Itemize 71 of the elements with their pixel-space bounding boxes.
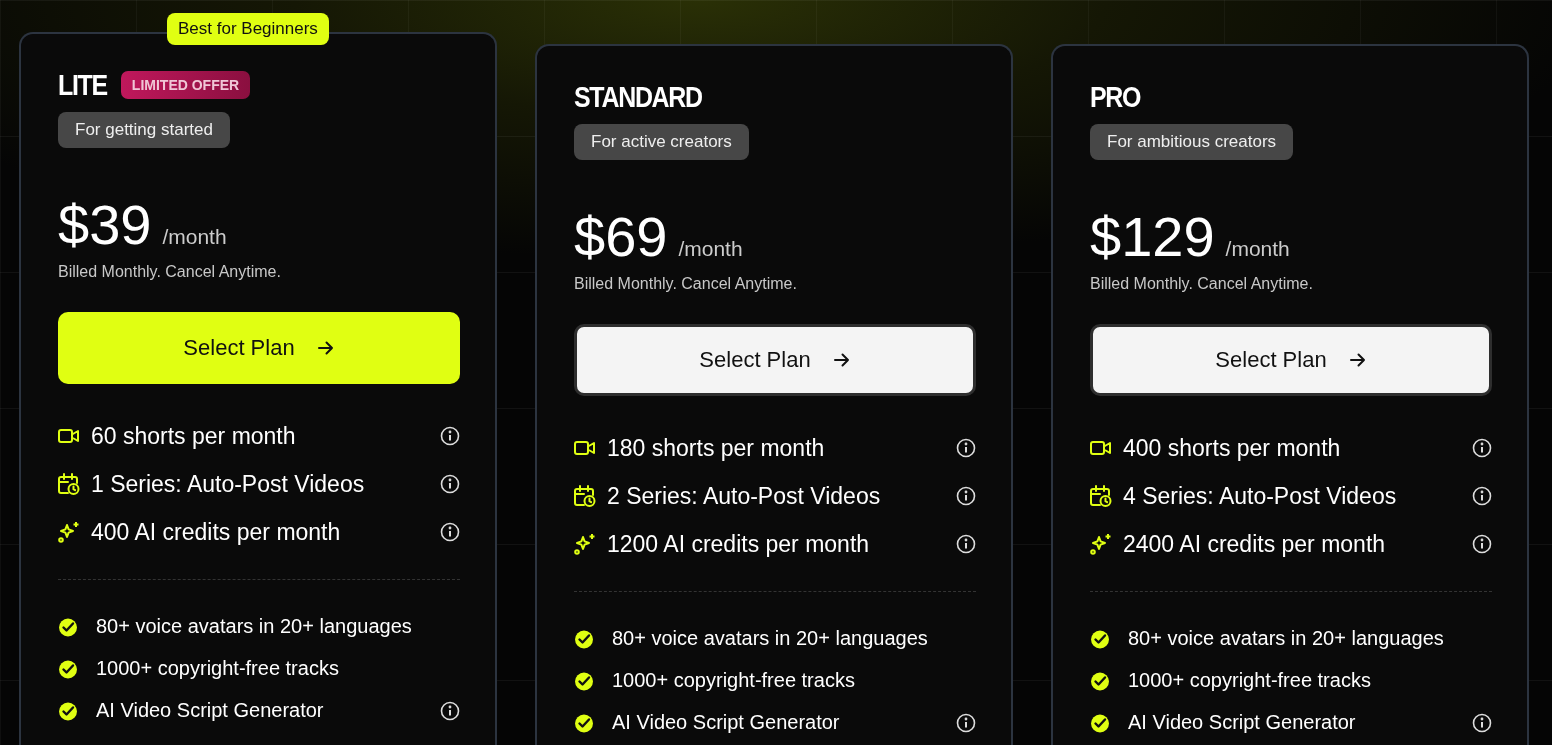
plan-ribbon: Best for Beginners	[167, 13, 329, 45]
check-circle-icon	[58, 700, 78, 721]
info-icon[interactable]	[1472, 712, 1492, 733]
price-period: /month	[162, 225, 227, 249]
select-plan-button[interactable]: Select Plan	[58, 312, 460, 384]
check-circle-icon	[574, 712, 594, 733]
perk-text: AI Video Script Generator	[1128, 711, 1357, 734]
perk-text: 80+ voice avatars in 20+ languages	[1128, 627, 1445, 650]
select-plan-button[interactable]: Select Plan	[1090, 324, 1492, 396]
perk-text: 80+ voice avatars in 20+ languages	[612, 627, 929, 650]
arrow-right-icon	[316, 340, 335, 356]
check-circle-icon	[58, 658, 78, 679]
feature-text: 400 AI credits per month	[91, 518, 342, 546]
check-circle-icon	[1090, 670, 1110, 691]
video-camera-icon	[58, 428, 80, 444]
info-icon[interactable]	[440, 474, 460, 494]
info-icon[interactable]	[1472, 486, 1492, 506]
sparkle-icon	[1090, 533, 1112, 555]
calendar-clock-icon	[58, 472, 80, 496]
billing-note: Billed Monthly. Cancel Anytime.	[1090, 275, 1314, 293]
video-camera-icon	[574, 440, 596, 456]
offer-badge: LIMITED OFFER	[120, 71, 251, 99]
info-icon[interactable]	[440, 522, 460, 542]
info-icon[interactable]	[956, 438, 976, 458]
check-circle-icon	[1090, 712, 1110, 733]
info-icon[interactable]	[440, 700, 460, 721]
feature-text: 1200 AI credits per month	[607, 530, 871, 558]
billing-note: Billed Monthly. Cancel Anytime.	[58, 263, 282, 281]
perk-text: 1000+ copyright-free tracks	[96, 657, 340, 680]
calendar-clock-icon	[574, 484, 596, 508]
info-icon[interactable]	[1472, 534, 1492, 554]
price: $129	[1090, 204, 1215, 269]
check-circle-icon	[1090, 628, 1110, 649]
price-period: /month	[1225, 237, 1290, 261]
arrow-right-icon	[832, 352, 851, 368]
price-period: /month	[678, 237, 743, 261]
feature-text: 180 shorts per month	[607, 434, 826, 462]
feature-text: 2 Series: Auto-Post Videos	[607, 482, 882, 510]
feature-text: 4 Series: Auto-Post Videos	[1123, 482, 1398, 510]
info-icon[interactable]	[440, 426, 460, 446]
check-circle-icon	[58, 616, 78, 637]
perk-text: AI Video Script Generator	[96, 699, 325, 722]
perk-text: 1000+ copyright-free tracks	[612, 669, 856, 692]
feature-text: 1 Series: Auto-Post Videos	[91, 470, 366, 498]
perk-text: 1000+ copyright-free tracks	[1128, 669, 1372, 692]
video-camera-icon	[1090, 440, 1112, 456]
check-circle-icon	[574, 628, 594, 649]
info-icon[interactable]	[1472, 438, 1492, 458]
plan-name: STANDARD	[574, 80, 702, 114]
calendar-clock-icon	[1090, 484, 1112, 508]
price: $39	[58, 192, 152, 257]
plan-name: PRO	[1090, 80, 1141, 114]
plan-name: LITE	[58, 68, 107, 102]
feature-text: 60 shorts per month	[91, 422, 297, 450]
perk-text: AI Video Script Generator	[612, 711, 841, 734]
sparkle-icon	[574, 533, 596, 555]
price: $69	[574, 204, 668, 269]
billing-note: Billed Monthly. Cancel Anytime.	[574, 275, 798, 293]
plan-tagline: For getting started	[58, 112, 230, 148]
info-icon[interactable]	[956, 486, 976, 506]
sparkle-icon	[58, 521, 80, 543]
check-circle-icon	[574, 670, 594, 691]
feature-text: 2400 AI credits per month	[1123, 530, 1387, 558]
info-icon[interactable]	[956, 712, 976, 733]
feature-text: 400 shorts per month	[1123, 434, 1342, 462]
arrow-right-icon	[1348, 352, 1367, 368]
perk-text: 80+ voice avatars in 20+ languages	[96, 615, 413, 638]
plan-tagline: For ambitious creators	[1090, 124, 1294, 160]
select-plan-button[interactable]: Select Plan	[574, 324, 976, 396]
plan-tagline: For active creators	[574, 124, 749, 160]
info-icon[interactable]	[956, 534, 976, 554]
